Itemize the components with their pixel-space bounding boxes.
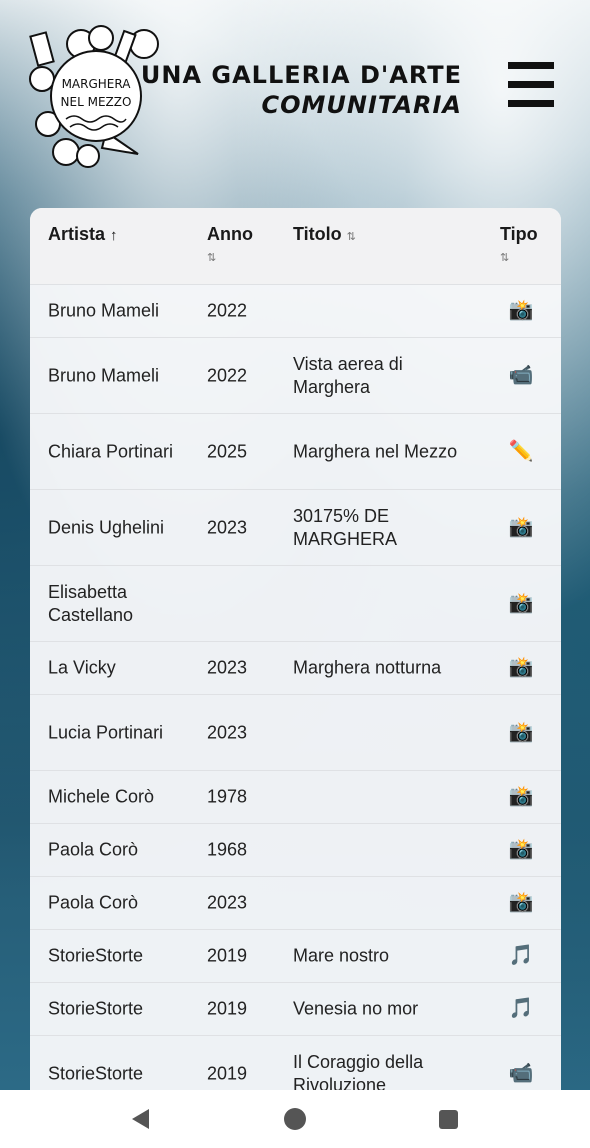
sort-icon: ⇅ [207,252,217,264]
artist-cell: StorieStorte [48,945,144,966]
camera-icon: 📸 [508,656,534,679]
camera-icon: 📸 [508,891,534,914]
year-cell: 2019 [207,945,248,966]
artist-cell: Lucia Portinari [48,722,164,742]
column-label-artist: Artista [48,224,106,244]
year-cell: 2019 [207,1063,248,1083]
android-navigation-bar [0,1090,590,1148]
hamburger-menu-icon[interactable] [508,62,554,110]
camera-icon: 📸 [508,721,534,743]
artist-cell: StorieStorte [48,998,144,1019]
table-row[interactable]: La Vicky 2023 Marghera notturna 📸 [30,642,561,695]
year-cell: 1968 [207,839,248,860]
year-cell: 2022 [207,365,248,385]
artist-cell: Denis Ughelini [48,517,165,537]
logo-text-1: MARGHERA [62,77,132,91]
sort-icon: ⇅ [500,252,510,264]
artist-cell: Bruno Mameli [48,300,160,321]
artist-cell: Michele Corò [48,786,155,807]
title-cell: Vista aerea di Marghera [293,353,403,397]
column-header-year[interactable]: Anno ⇅ [207,224,253,264]
artist-cell: La Vicky [48,657,116,678]
artist-cell: Elisabetta Castellano [48,581,134,625]
recent-apps-icon[interactable] [439,1110,458,1129]
table-row[interactable]: Paola Corò 1968 📸 [30,824,561,877]
back-icon[interactable] [132,1109,149,1129]
title-cell: Marghera notturna [293,657,442,678]
table-row[interactable]: Bruno Mameli 2022 Vista aerea di Margher… [30,338,561,414]
site-title-line-1: UNA GALLERIA D'ARTE [140,61,462,89]
title-cell: Il Coraggio della Rivoluzione [293,1051,424,1091]
year-cell: 2023 [207,517,248,537]
column-label-year: Anno [207,224,253,244]
camera-icon: 📸 [508,299,534,322]
year-cell: 2025 [207,441,248,461]
title-cell: Mare nostro [293,945,390,966]
artist-cell: Chiara Portinari [48,441,174,461]
year-cell: 2023 [207,892,248,913]
title-cell: Venesia no mor [293,998,419,1019]
table-row[interactable]: Michele Corò 1978 📸 [30,771,561,824]
sort-ascending-icon: ↑ [110,227,118,244]
year-cell: 1978 [207,786,248,807]
table-header: Artista ↑ Anno ⇅ Titolo ⇅ Tipo ⇅ [30,208,561,285]
year-cell: 2019 [207,998,248,1019]
artist-cell: Bruno Mameli [48,365,160,385]
title-cell: Marghera nel Mezzo [293,441,458,461]
video-camera-icon: 📹 [508,1062,534,1084]
music-note-icon: 🎵 [508,997,534,1020]
site-title-line-2: COMUNITARIA [261,91,462,119]
menu-bar [508,62,554,69]
camera-icon: 📸 [508,516,534,538]
artist-cell: Paola Corò [48,892,139,913]
camera-icon: 📸 [508,592,534,614]
menu-bar [508,100,554,107]
table-row[interactable]: StorieStorte 2019 Venesia no mor 🎵 [30,983,561,1036]
table-row[interactable]: Chiara Portinari 2025 Marghera nel Mezzo… [30,414,561,490]
video-camera-icon: 📹 [508,364,534,386]
table-row[interactable]: Lucia Portinari 2023 📸 [30,695,561,771]
table-row[interactable]: StorieStorte 2019 Mare nostro 🎵 [30,930,561,983]
logo-text-2: NEL MEZZO [61,95,132,109]
home-icon[interactable] [284,1108,306,1130]
table-row[interactable]: Bruno Mameli 2022 📸 [30,285,561,338]
camera-icon: 📸 [508,838,534,861]
table-row[interactable]: Elisabetta Castellano 📸 [30,566,561,642]
music-note-icon: 🎵 [508,944,534,967]
column-label-type: Tipo [500,224,538,244]
sort-icon: ⇅ [346,231,356,243]
camera-icon: 📸 [508,785,534,808]
column-header-title[interactable]: Titolo ⇅ [293,224,356,245]
menu-bar [508,81,554,88]
column-header-artist[interactable]: Artista ↑ [48,224,118,245]
pencil-icon: ✏️ [508,440,534,462]
year-cell: 2023 [207,722,248,742]
title-cell: 30175% DE MARGHERA [293,505,398,549]
year-cell: 2023 [207,657,248,678]
artist-cell: Paola Corò [48,839,139,860]
table-row[interactable]: Denis Ughelini 2023 30175% DE MARGHERA 📸 [30,490,561,566]
site-title: UNA GALLERIA D'ARTE COMUNITARIA [141,60,462,120]
table-row[interactable]: StorieStorte 2019 Il Coraggio della Rivo… [30,1036,561,1091]
table-row[interactable]: Paola Corò 2023 📸 [30,877,561,930]
column-header-type[interactable]: Tipo ⇅ [500,224,538,264]
year-cell: 2022 [207,300,248,321]
artworks-table: Artista ↑ Anno ⇅ Titolo ⇅ Tipo ⇅ Bruno M… [30,208,561,1090]
artist-cell: StorieStorte [48,1063,144,1083]
column-label-title: Titolo [293,224,342,244]
